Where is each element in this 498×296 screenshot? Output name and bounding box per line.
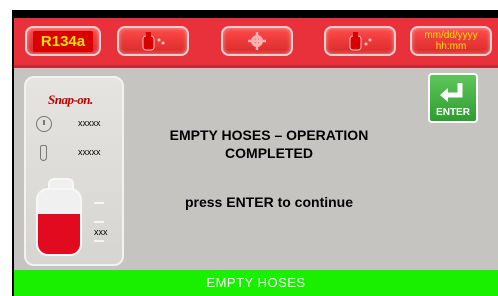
enter-arrow-icon — [440, 83, 463, 102]
fill-tank-button[interactable] — [117, 26, 189, 56]
datetime-display: mm/dd/yyyy hh:mm — [410, 26, 492, 56]
tank-tick — [94, 240, 104, 242]
tank-tick — [94, 202, 104, 204]
continue-prompt: press ENTER to continue — [184, 194, 354, 210]
gear-icon — [248, 32, 266, 50]
tank-tick — [94, 221, 104, 223]
enter-label: ENTER — [436, 107, 470, 118]
operation-message: EMPTY HOSES – OPERATION COMPLETED — [134, 126, 404, 162]
settings-button[interactable] — [221, 26, 293, 56]
tank-value: xxx — [94, 227, 108, 237]
status-bar: EMPTY HOSES — [14, 270, 498, 296]
brand-logo: Snap-on. — [48, 92, 93, 107]
refrigerant-chip[interactable]: R134a — [25, 26, 101, 56]
tank-fill-icon — [142, 32, 165, 51]
tank-empty-icon — [349, 32, 372, 51]
main-panel: Snap-on. xxxxx xxxxx xxx EMPTY HOSES – O… — [14, 68, 498, 270]
pressure-gauge-icon — [36, 116, 52, 132]
message-line-1: EMPTY HOSES – OPERATION — [169, 127, 369, 143]
pressure-value: xxxxx — [78, 118, 101, 128]
enter-button[interactable]: ENTER — [428, 73, 478, 123]
empty-tank-button[interactable] — [324, 26, 396, 56]
header-bar: R134a mm/dd/yyyy hh:mm — [14, 18, 498, 68]
tank-icon — [36, 188, 82, 256]
status-side-panel: Snap-on. xxxxx xxxxx xxx — [24, 76, 124, 266]
temperature-value: xxxxx — [78, 147, 101, 157]
time-text: hh:mm — [435, 41, 467, 52]
refrigerant-label: R134a — [32, 30, 94, 52]
date-text: mm/dd/yyyy — [424, 30, 478, 41]
thermometer-icon — [40, 145, 47, 161]
message-line-2: COMPLETED — [225, 145, 313, 161]
tank-level-fill — [38, 214, 80, 254]
